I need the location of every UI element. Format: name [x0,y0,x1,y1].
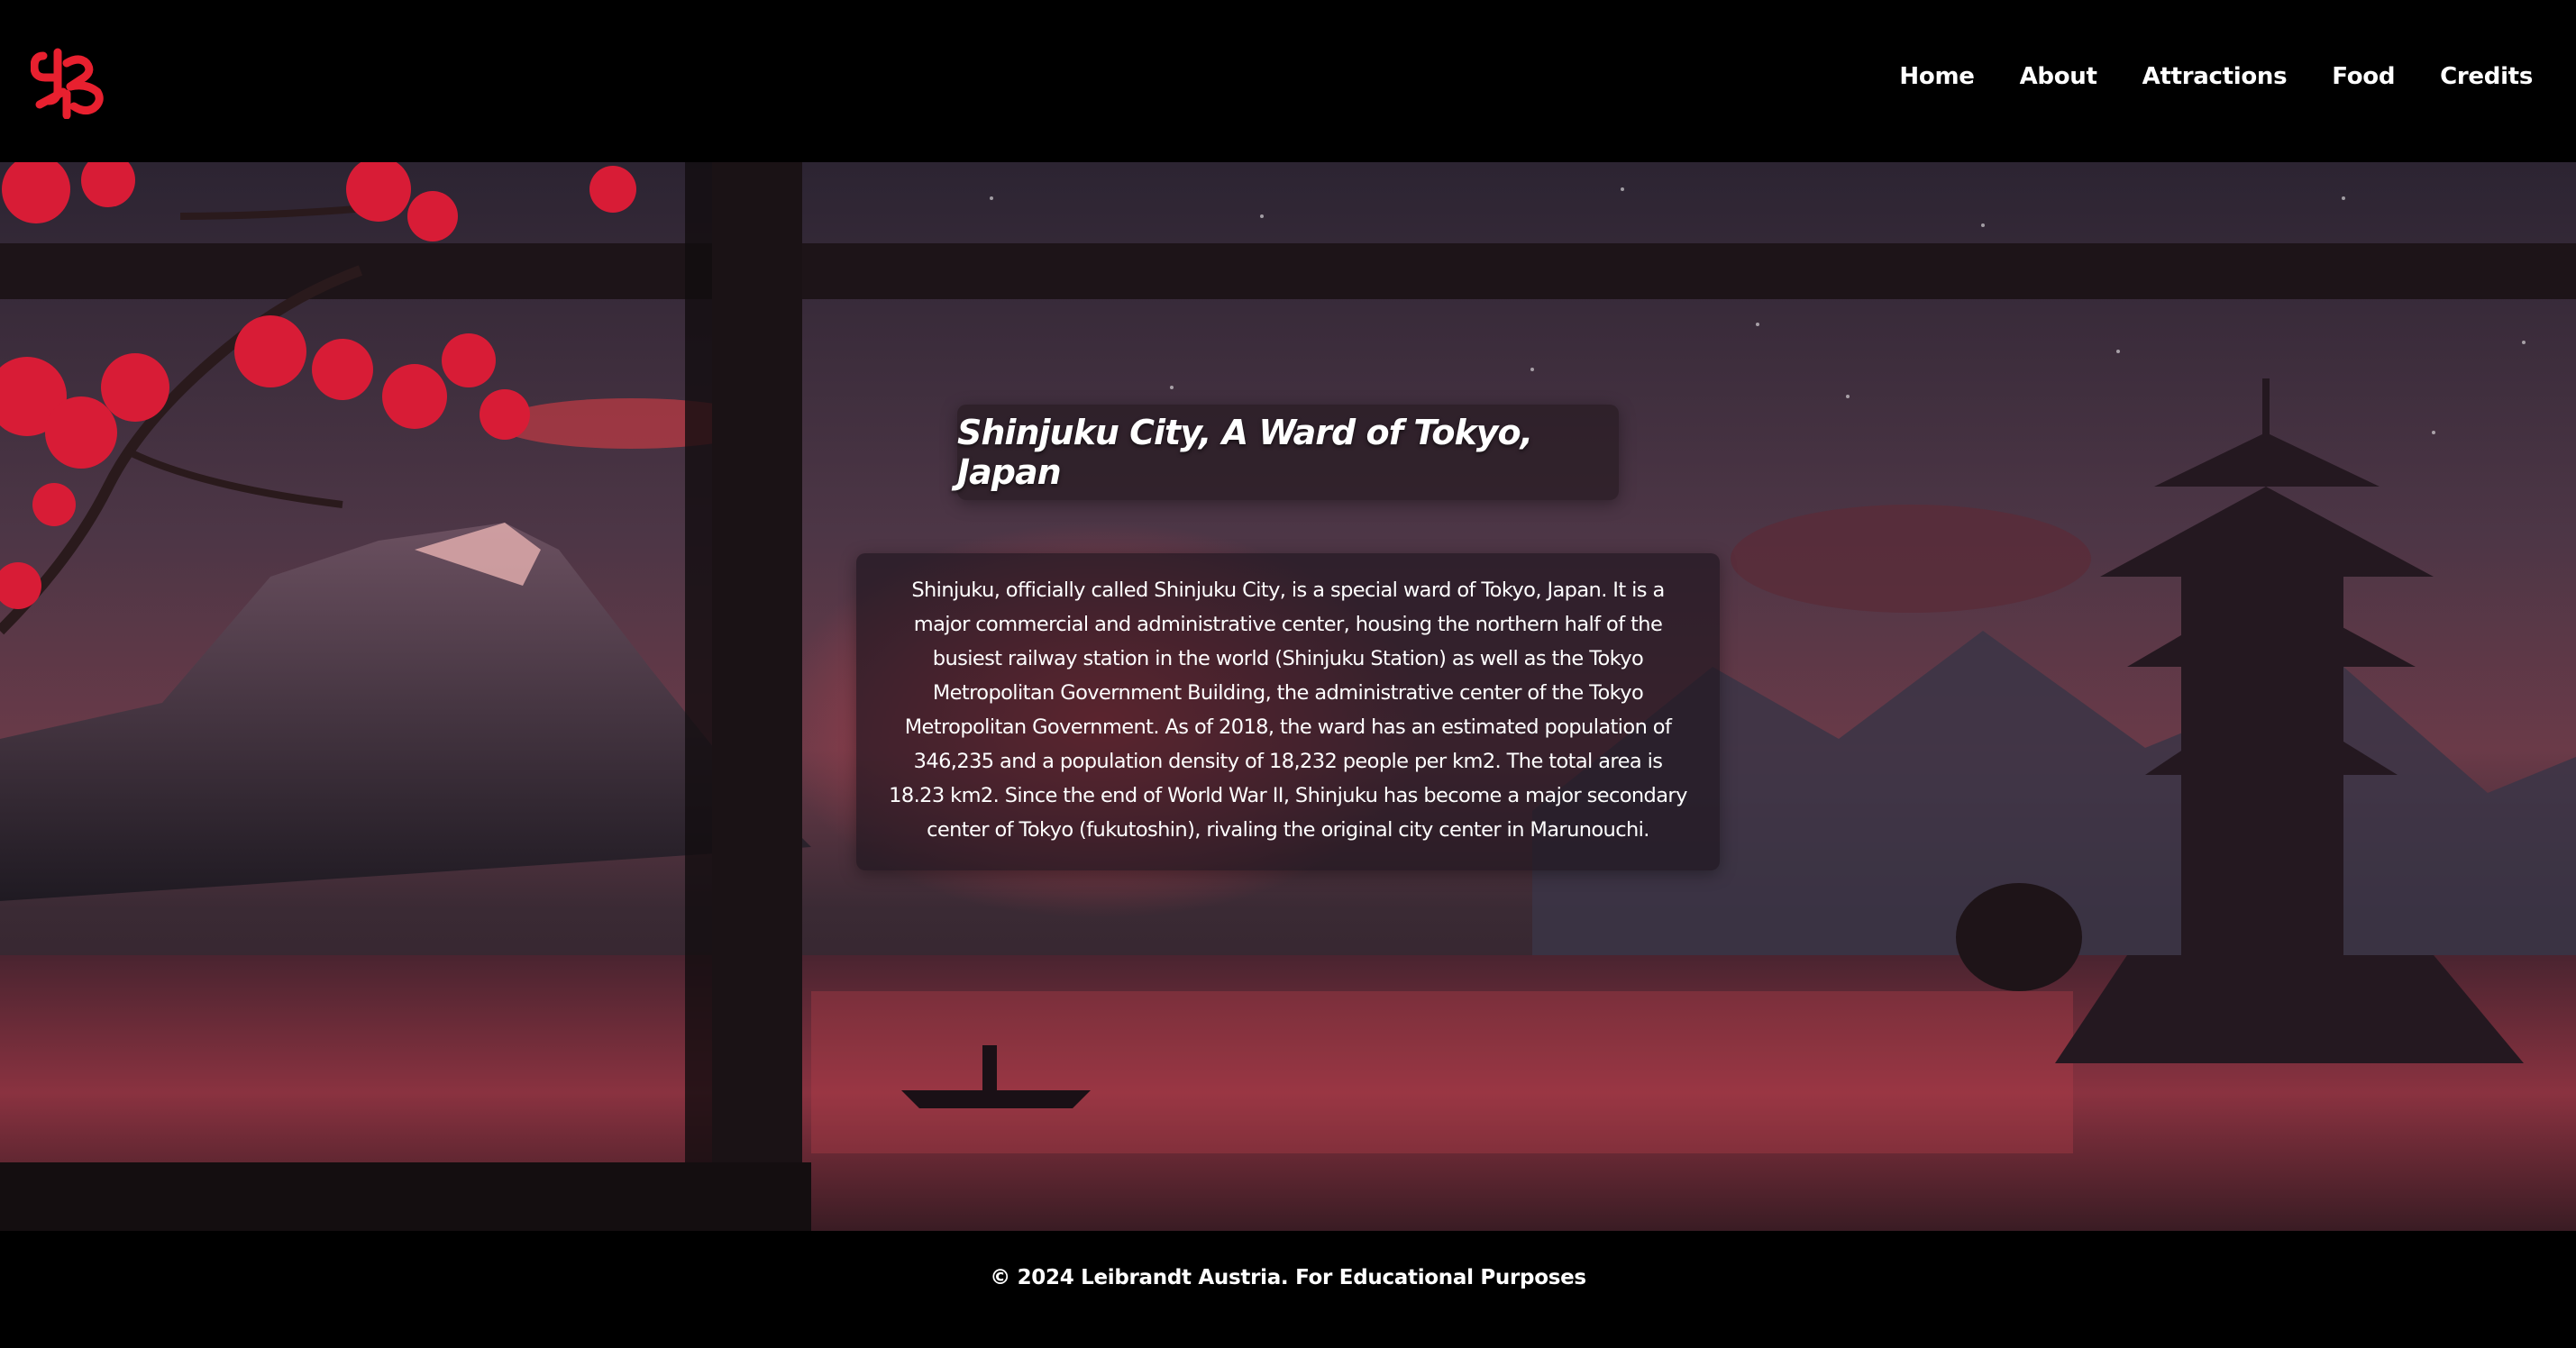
nav-about[interactable]: About [2020,63,2097,90]
page: Home About Attractions Food Credits Shin… [0,0,2576,1348]
hero-section: Shinjuku City, A Ward of Tokyo, Japan Sh… [0,162,2576,1231]
main-nav: Home About Attractions Food Credits [1899,63,2533,90]
site-header: Home About Attractions Food Credits [0,0,2576,162]
site-footer: © 2024 Leibrandt Austria. For Educationa… [0,1231,2576,1348]
nav-credits[interactable]: Credits [2440,63,2533,90]
page-title: Shinjuku City, A Ward of Tokyo, Japan [957,413,1533,492]
nav-home[interactable]: Home [1899,63,1974,90]
hero-description-box: Shinjuku, officially called Shinjuku Cit… [856,553,1720,870]
nav-attractions[interactable]: Attractions [2142,63,2288,90]
footer-copyright: © 2024 Leibrandt Austria. For Educationa… [990,1266,1586,1289]
hero-description: Shinjuku, officially called Shinjuku Cit… [889,578,1687,842]
hero-title-box: Shinjuku City, A Ward of Tokyo, Japan [957,405,1619,500]
nav-food[interactable]: Food [2332,63,2395,90]
logo-icon[interactable] [30,47,106,120]
